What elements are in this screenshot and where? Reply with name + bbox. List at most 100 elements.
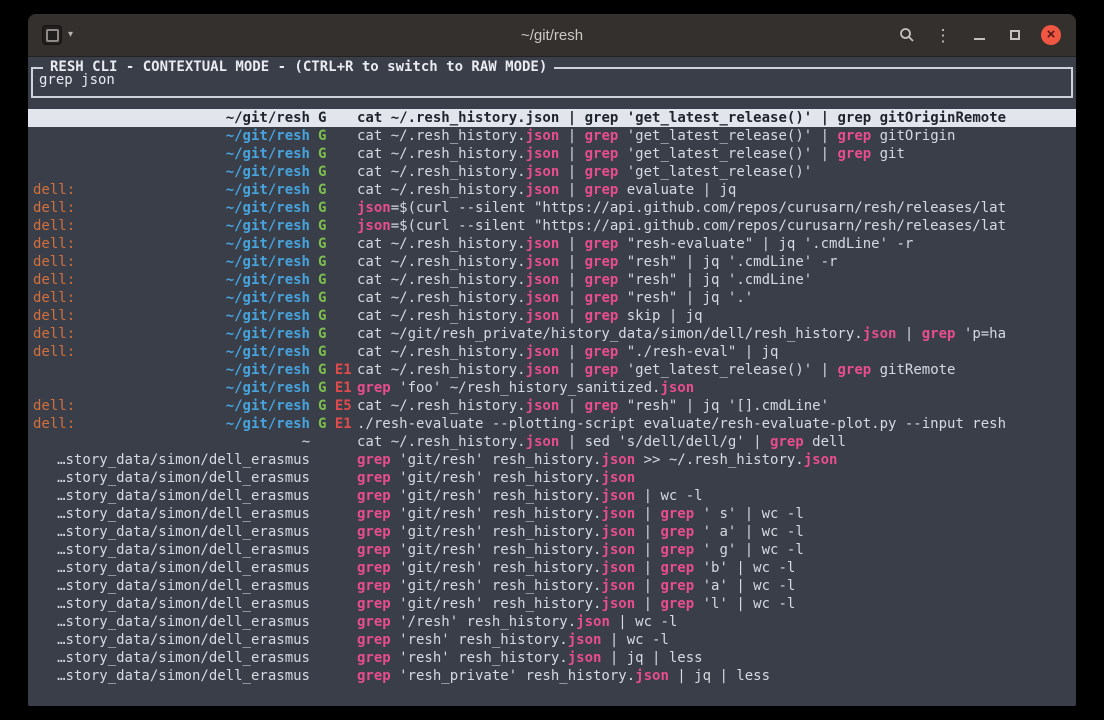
history-row[interactable]: …story_data/simon/dell_erasmusgrep '/res…	[28, 613, 1076, 631]
query-match: grep	[585, 272, 619, 288]
query-match: grep	[585, 128, 619, 144]
query-match: grep	[660, 542, 694, 558]
query-match: grep	[585, 398, 619, 414]
git-flag: G	[318, 290, 326, 306]
query-match: grep	[357, 650, 391, 666]
directory-label: …story_data/simon/dell_erasmus	[33, 523, 310, 541]
command-text: cat ~/.resh_history.json | grep 'get_lat…	[357, 127, 1076, 145]
directory-label: ~/git/resh	[33, 127, 310, 145]
history-row[interactable]: …story_data/simon/dell_erasmusgrep 'git/…	[28, 595, 1076, 613]
query-match: json	[526, 362, 560, 378]
query-match: json	[660, 380, 694, 396]
host-label: dell:	[33, 397, 75, 415]
flags	[310, 631, 357, 649]
history-row[interactable]: dell:~/git/reshGcat ~/.resh_history.json…	[28, 253, 1076, 271]
history-row[interactable]: ~/git/resh Gcat ~/.resh_history.json | gr…	[28, 127, 1076, 145]
search-query-input[interactable]: grep json	[39, 72, 115, 88]
history-row[interactable]: …story_data/simon/dell_erasmusgrep 'git/…	[28, 541, 1076, 559]
flags	[310, 469, 357, 487]
git-flag: G	[318, 182, 326, 198]
history-row[interactable]: …story_data/simon/dell_erasmusgrep 'resh…	[28, 667, 1076, 685]
minimize-button[interactable]	[968, 24, 990, 46]
history-row[interactable]: dell:~/git/reshGjson=$(curl --silent "ht…	[28, 199, 1076, 217]
history-row[interactable]: ~cat ~/.resh_history.json | sed 's/dell/…	[28, 433, 1076, 451]
flags: G	[310, 181, 357, 199]
flags	[310, 451, 357, 469]
directory-label: ~/git/resh	[33, 379, 310, 397]
history-row[interactable]: ~/git/reshGcat ~/.resh_history.json | gr…	[28, 109, 1076, 127]
query-match: json	[526, 272, 560, 288]
git-flag: G	[318, 218, 326, 234]
history-row[interactable]: dell:~/git/reshGcat ~/.resh_history.json…	[28, 271, 1076, 289]
query-match: grep	[357, 596, 391, 612]
directory-label: ~/git/resh	[75, 217, 310, 235]
history-row[interactable]: …story_data/simon/dell_erasmusgrep 'git/…	[28, 451, 1076, 469]
history-row[interactable]: ~/git/reshGcat ~/.resh_history.json | gr…	[28, 145, 1076, 163]
query-match: grep	[357, 542, 391, 558]
flags	[310, 559, 357, 577]
row-left-block: …story_data/simon/dell_erasmus	[33, 577, 310, 595]
row-left-block: dell:~/git/resh	[33, 271, 310, 289]
history-row[interactable]: …story_data/simon/dell_erasmusgrep 'git/…	[28, 487, 1076, 505]
history-row[interactable]: dell:~/git/reshG E5cat ~/.resh_history.j…	[28, 397, 1076, 415]
close-icon: ×	[1041, 25, 1061, 45]
history-row[interactable]: dell:~/git/reshGcat ~/.resh_history.json…	[28, 235, 1076, 253]
history-row[interactable]: …story_data/simon/dell_erasmusgrep 'resh…	[28, 631, 1076, 649]
close-button[interactable]: ×	[1040, 24, 1062, 46]
git-flag: G	[318, 128, 326, 144]
history-row[interactable]: dell:~/git/reshGcat ~/.resh_history.json…	[28, 289, 1076, 307]
history-row[interactable]: …story_data/simon/dell_erasmus grep 'git/…	[28, 577, 1076, 595]
command-text: cat ~/.resh_history.json | grep 'get_lat…	[357, 163, 1076, 181]
git-flag: G	[318, 344, 326, 360]
history-row[interactable]: …story_data/simon/dell_erasmusgrep 'git/…	[28, 523, 1076, 541]
query-match: grep	[660, 596, 694, 612]
row-left-block: ~/git/resh	[33, 109, 310, 127]
history-row[interactable]: ~/git/reshGcat ~/.resh_history.json | gr…	[28, 163, 1076, 181]
directory-label: ~/git/resh	[75, 307, 310, 325]
history-row[interactable]: …story_data/simon/dell_erasmusgrep 'git/…	[28, 505, 1076, 523]
exit-status-flag: E5	[335, 398, 352, 414]
query-match: grep	[660, 524, 694, 540]
query-match: json	[601, 542, 635, 558]
row-left-block: …story_data/simon/dell_erasmus	[33, 649, 310, 667]
history-row[interactable]: …story_data/simon/dell_erasmusgrep 'resh…	[28, 649, 1076, 667]
history-row[interactable]: …story_data/simon/dell_erasmusgrep 'git/…	[28, 469, 1076, 487]
row-left-block: dell:~/git/resh	[33, 325, 310, 343]
query-match: grep	[837, 146, 871, 162]
command-text: cat ~/.resh_history.json | grep 'get_lat…	[357, 361, 1076, 379]
command-text: cat ~/.resh_history.json | grep "resh" |…	[357, 271, 1076, 289]
query-match: grep	[357, 578, 391, 594]
host-label: dell:	[33, 217, 75, 235]
new-terminal-button[interactable]: ▾	[40, 23, 75, 47]
close-x-glyph: ×	[1047, 27, 1056, 42]
history-row[interactable]: ~/git/reshG E1cat ~/.resh_history.json |…	[28, 361, 1076, 379]
row-left-block: …story_data/simon/dell_erasmus	[33, 469, 310, 487]
flags: G	[310, 109, 357, 127]
history-row[interactable]: dell:~/git/reshG E1./resh-evaluate --plo…	[28, 415, 1076, 433]
query-match: json	[526, 164, 560, 180]
command-text: grep 'git/resh' resh_history.json | grep…	[357, 577, 1076, 595]
search-icon[interactable]	[896, 24, 918, 46]
terminal-content[interactable]: RESH CLI - CONTEXTUAL MODE - (CTRL+R to …	[28, 57, 1076, 706]
titlebar[interactable]: ▾ ~/git/resh ⋮ ×	[28, 14, 1076, 57]
directory-label: …story_data/simon/dell_erasmus	[33, 469, 310, 487]
history-row[interactable]: dell:~/git/reshGcat ~/git/resh_private/h…	[28, 325, 1076, 343]
restore-button[interactable]	[1004, 24, 1026, 46]
directory-label: ~/git/resh	[75, 415, 310, 433]
flags	[310, 613, 357, 631]
history-row[interactable]: …story_data/simon/dell_erasmusgrep 'git/…	[28, 559, 1076, 577]
query-match: json	[526, 236, 560, 252]
history-row[interactable]: dell:~/git/reshGcat ~/.resh_history.json…	[28, 181, 1076, 199]
history-row[interactable]: dell:~/git/reshGjson=$(curl --silent "ht…	[28, 217, 1076, 235]
row-left-block: …story_data/simon/dell_erasmus	[33, 487, 310, 505]
row-left-block: dell:~/git/resh	[33, 343, 310, 361]
history-row[interactable]: dell:~/git/reshGcat ~/.resh_history.json…	[28, 343, 1076, 361]
flags	[310, 433, 357, 451]
history-row[interactable]: dell:~/git/reshGcat ~/.resh_history.json…	[28, 307, 1076, 325]
directory-label: …story_data/simon/dell_erasmus	[33, 451, 310, 469]
menu-kebab-icon[interactable]: ⋮	[932, 24, 954, 46]
query-match: grep	[837, 362, 871, 378]
row-left-block: ~/git/resh	[33, 145, 310, 163]
history-row[interactable]: ~/git/reshG E1grep 'foo' ~/resh_history_…	[28, 379, 1076, 397]
query-match: json	[526, 182, 560, 198]
